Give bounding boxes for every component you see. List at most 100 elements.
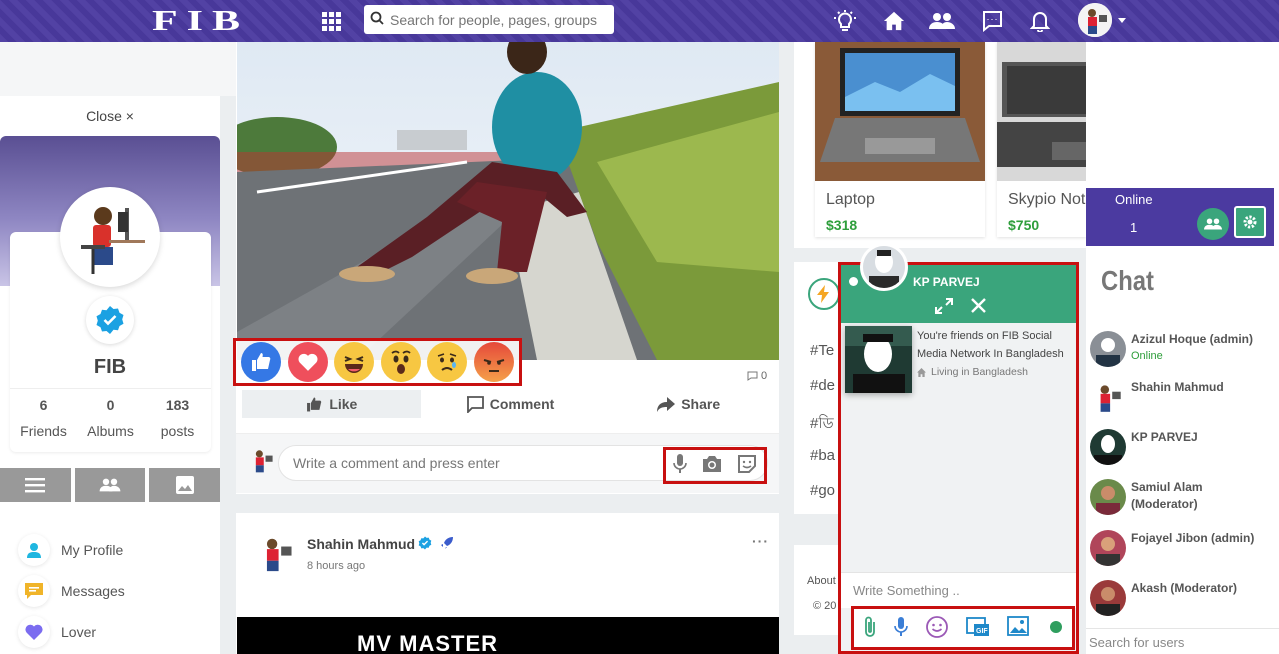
- image-icon[interactable]: [1007, 615, 1031, 641]
- chat-message-input[interactable]: Write Something ..: [841, 572, 1076, 608]
- post-banner[interactable]: MV MASTER: [237, 617, 779, 654]
- chevron-down-icon[interactable]: [1118, 18, 1126, 23]
- home-icon[interactable]: [881, 8, 907, 34]
- left-sidebar: Close × FIB 6 Friends 0 Albums 183 posts My…: [0, 96, 221, 654]
- comment-count[interactable]: 0: [747, 370, 767, 382]
- product-price: $750: [1008, 217, 1040, 233]
- share-button[interactable]: Share: [599, 390, 778, 418]
- notifications-bell-icon[interactable]: [1027, 8, 1053, 34]
- chat-user-item[interactable]: Shahin Mahmud: [1090, 379, 1271, 415]
- close-sidebar-button[interactable]: Close ×: [0, 96, 220, 136]
- chat-user-item[interactable]: Samiul Alam (Moderator): [1090, 479, 1271, 515]
- chat-user-item[interactable]: Azizul Hoque (admin) Online: [1090, 331, 1271, 367]
- like-label: Like: [329, 396, 358, 412]
- gif-icon[interactable]: GIF: [965, 616, 990, 640]
- like-button[interactable]: Like: [242, 390, 421, 418]
- search-input[interactable]: [390, 11, 600, 28]
- user-status: Online: [1131, 350, 1163, 362]
- microphone-icon[interactable]: [673, 454, 687, 477]
- post-actions: Like Comment Share: [242, 390, 778, 418]
- comment-button[interactable]: Comment: [421, 390, 600, 418]
- attachment-icon[interactable]: [863, 616, 877, 641]
- trending-tag[interactable]: #go: [810, 482, 835, 499]
- stat-label: posts: [160, 423, 195, 439]
- angry-reaction-icon[interactable]: [473, 342, 514, 382]
- apps-grid-icon[interactable]: [318, 8, 344, 34]
- profile-avatar[interactable]: [60, 187, 160, 287]
- chat-contact-name[interactable]: KP PARVEJ: [913, 275, 980, 289]
- user-search-input[interactable]: Search for users: [1086, 628, 1279, 654]
- thumbs-up-icon: [307, 397, 322, 411]
- user-avatar[interactable]: [1078, 3, 1112, 37]
- chat-contact-avatar[interactable]: [860, 243, 908, 291]
- friendship-text: You're friends on FIB Social Media Netwo…: [917, 330, 1064, 360]
- product-card[interactable]: Laptop $318: [815, 42, 985, 237]
- chat-user-item[interactable]: KP PARVEJ: [1090, 429, 1271, 465]
- close-icon[interactable]: [971, 298, 986, 316]
- online-header: Online 1: [1086, 188, 1274, 246]
- messages-icon[interactable]: [979, 8, 1005, 34]
- online-label: Online: [1115, 192, 1153, 207]
- chat-user-item[interactable]: Akash (Moderator): [1090, 580, 1271, 616]
- status-dot-icon[interactable]: [1049, 620, 1063, 637]
- menu-tab[interactable]: [0, 468, 71, 502]
- love-reaction-icon[interactable]: [287, 342, 328, 382]
- emoji-icon[interactable]: [926, 615, 949, 641]
- sticker-icon[interactable]: [737, 454, 757, 477]
- author-name[interactable]: Shahin Mahmud: [307, 536, 415, 552]
- menu-messages[interactable]: Messages: [18, 575, 125, 607]
- gear-icon: [1243, 215, 1257, 229]
- site-logo[interactable]: FIB: [152, 6, 249, 38]
- more-options-icon[interactable]: ···: [752, 533, 769, 549]
- expand-icon[interactable]: [935, 298, 953, 317]
- sad-reaction-icon[interactable]: [427, 342, 468, 382]
- global-search-box[interactable]: [364, 5, 614, 34]
- friends-tab[interactable]: [74, 468, 146, 502]
- menu-lover[interactable]: Lover: [18, 616, 96, 648]
- camera-icon[interactable]: [701, 455, 723, 476]
- copyright-text: © 20: [813, 600, 837, 612]
- friends-list-button[interactable]: [1197, 208, 1229, 240]
- commenter-avatar: [247, 445, 277, 475]
- stat-albums[interactable]: 0 Albums: [77, 397, 144, 439]
- post-card-2: Shahin Mahmud 8 hours ago ··· MV MASTER: [236, 513, 779, 654]
- menu-label: My Profile: [61, 542, 124, 558]
- user-name: Azizul Hoque (admin): [1131, 332, 1253, 346]
- user-avatar: [1090, 479, 1126, 515]
- profile-stats: 6 Friends 0 Albums 183 posts: [10, 388, 211, 439]
- stat-posts[interactable]: 183 posts: [144, 397, 211, 439]
- comment-label: Comment: [489, 396, 555, 412]
- lightbulb-icon[interactable]: [832, 8, 858, 34]
- comment-tools: [663, 447, 767, 484]
- trending-tag[interactable]: #ডি: [810, 412, 834, 437]
- stat-value: 183: [165, 397, 190, 413]
- chat-user-item[interactable]: Fojayel Jibon (admin): [1090, 530, 1271, 566]
- product-title: Skypio Not: [1008, 191, 1086, 208]
- user-name: Akash (Moderator): [1131, 581, 1238, 595]
- wow-reaction-icon[interactable]: [380, 342, 421, 382]
- chat-toolbar: GIF: [851, 606, 1075, 650]
- verified-badge-icon: [418, 536, 432, 553]
- trending-tag[interactable]: #de: [810, 377, 835, 394]
- trending-tag[interactable]: #ba: [810, 447, 835, 464]
- haha-reaction-icon[interactable]: [334, 342, 375, 382]
- product-card[interactable]: Skypio Not $750: [997, 42, 1086, 237]
- friend-photo[interactable]: [845, 326, 912, 393]
- friends-icon[interactable]: [929, 8, 955, 34]
- author-avatar[interactable]: [254, 531, 298, 575]
- left-spacer: [0, 42, 236, 96]
- stat-value: 6: [39, 397, 48, 413]
- post-photo[interactable]: [237, 42, 779, 360]
- share-icon: [657, 396, 676, 412]
- photos-tab[interactable]: [149, 468, 221, 502]
- microphone-icon[interactable]: [894, 616, 909, 640]
- menu-my-profile[interactable]: My Profile: [18, 534, 123, 566]
- about-link[interactable]: About: [807, 575, 836, 587]
- online-count: 1: [1130, 220, 1138, 235]
- comment-count-value: 0: [761, 370, 768, 382]
- chat-settings-button[interactable]: [1234, 206, 1266, 238]
- verified-badge-icon: [86, 296, 134, 344]
- stat-friends[interactable]: 6 Friends: [10, 397, 77, 439]
- trending-tag[interactable]: #Te: [810, 342, 834, 359]
- like-reaction-icon[interactable]: [241, 342, 282, 382]
